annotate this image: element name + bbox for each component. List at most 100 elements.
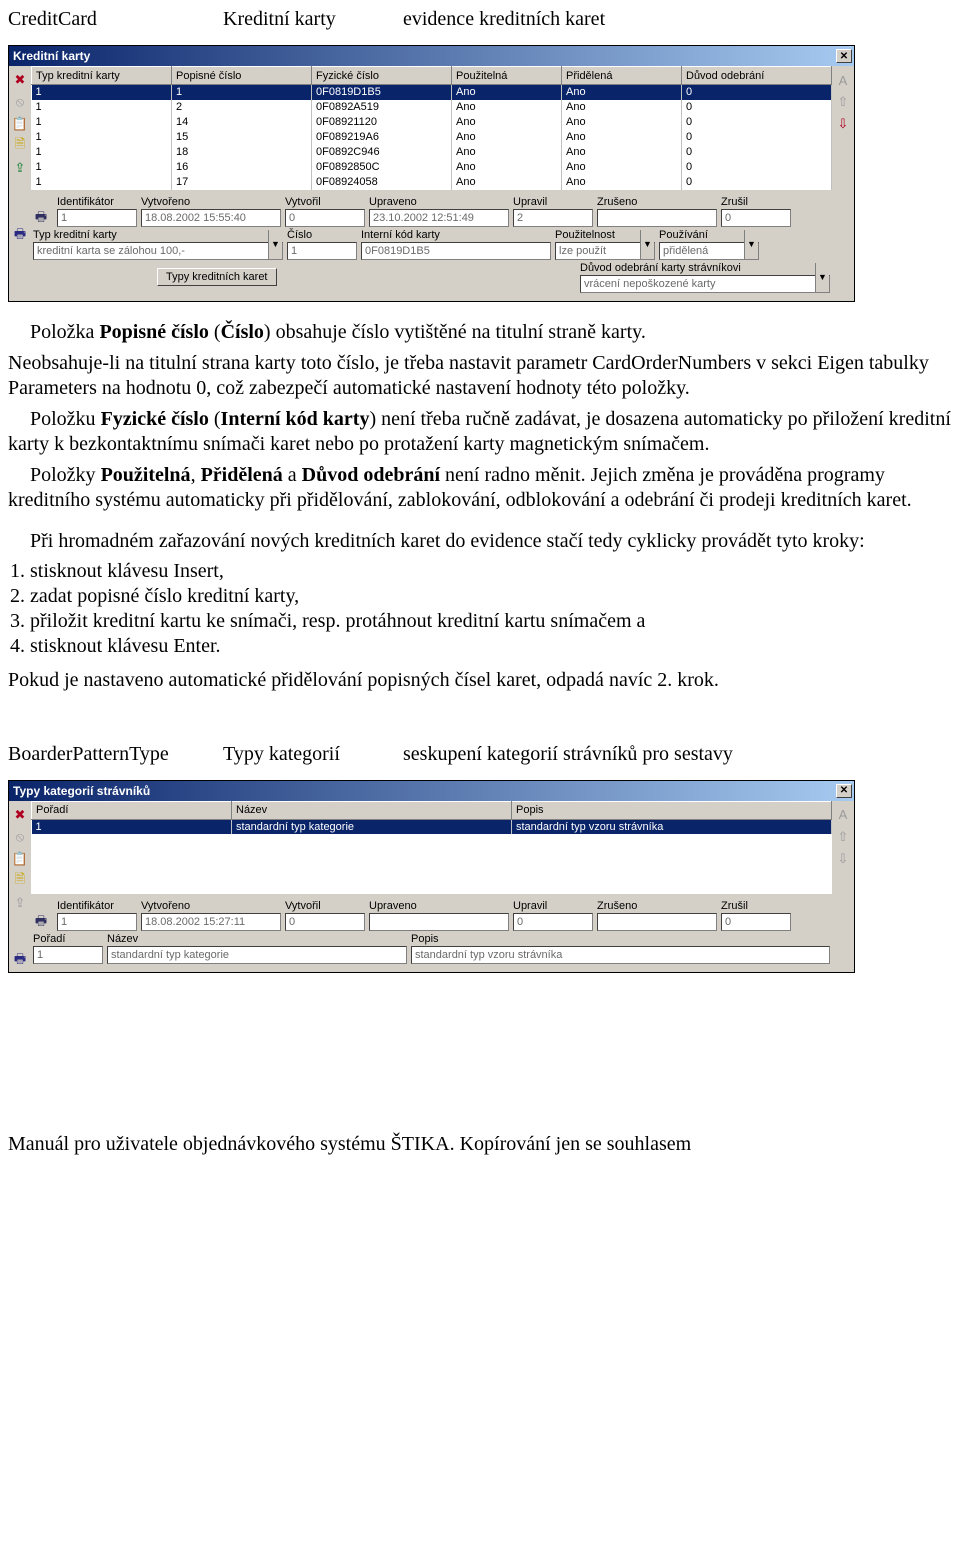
print-icon[interactable]: 🖶 [33,211,49,227]
table-cell: Ano [562,160,682,175]
table-cell: 14 [172,115,312,130]
table-cell: 1 [172,85,312,100]
table-row[interactable]: 1160F0892850CAnoAno0 [32,160,832,175]
print-icon[interactable]: 🖶 [12,228,28,244]
paragraph: Položky Použitelná, Přidělená a Důvod od… [8,463,952,513]
font-icon[interactable]: A [835,807,851,823]
table-cell: 1 [32,819,232,834]
field-poradi[interactable]: 1 [33,946,103,964]
list-item: zadat popisné číslo kreditní karty, [30,585,952,608]
label-vytvoreno: Vytvořeno [141,196,281,208]
table-cell: 0 [682,85,832,100]
window-kreditni-karty: Kreditní karty ✕ ✖ ⦸ 📋 🗎 ⇪ 🖶 Typ kreditn… [8,45,855,302]
table-cell: 1 [32,160,172,175]
close-icon[interactable]: ✕ [836,784,852,798]
label-upraveno: Upraveno [369,900,509,912]
table-cell: 0F08921120 [312,115,452,130]
copy-icon[interactable]: 📋 [12,116,28,132]
cards-table[interactable]: Typ kreditní kartyPopisné čísloFyzické č… [31,66,832,190]
table-cell: 0F089219A6 [312,130,452,145]
new-icon[interactable]: 🗎 [12,873,28,889]
list-item: stisknout klávesu Insert, [30,560,952,583]
export-icon[interactable]: ⇪ [12,895,28,911]
sort-desc-icon[interactable]: ⇩ [835,116,851,132]
table-row[interactable]: 1180F0892C946AnoAno0 [32,145,832,160]
table-cell: 0F0892C946 [312,145,452,160]
table-cell: Ano [452,145,562,160]
heading-desc: seskupení kategorií strávníků pro sestav… [403,743,952,766]
export-icon[interactable]: ⇪ [12,160,28,176]
list-item: přiložit kreditní kartu ke snímači, resp… [30,610,952,633]
table-cell: Ano [562,115,682,130]
combo-duvod-odebrani[interactable]: vrácení nepoškozené karty [580,275,830,293]
column-header[interactable]: Fyzické číslo [312,67,452,85]
column-header[interactable]: Důvod odebrání [682,67,832,85]
table-row[interactable]: 1150F089219A6AnoAno0 [32,130,832,145]
table-cell: 2 [172,100,312,115]
sort-asc-icon[interactable]: ⇧ [835,829,851,845]
table-row[interactable]: 120F0892A519AnoAno0 [32,100,832,115]
font-icon[interactable]: A [835,72,851,88]
field-vytvoreno: 18.08.2002 15:55:40 [141,209,281,227]
field-upravil: 0 [513,913,593,931]
window-title: Kreditní karty [13,49,836,63]
typy-kreditnich-karet-button[interactable]: Typy kreditních karet [157,268,277,286]
column-header[interactable]: Pořadí [32,801,232,819]
delete-icon[interactable]: ✖ [12,72,28,88]
table-cell: 1 [32,100,172,115]
label-poradi: Pořadí [33,933,103,945]
table-row[interactable]: 110F0819D1B5AnoAno0 [32,85,832,100]
sort-desc-icon[interactable]: ⇩ [835,851,851,867]
table-cell: Ano [562,100,682,115]
field-upraveno: 23.10.2002 12:51:49 [369,209,509,227]
table-row[interactable]: 1140F08921120AnoAno0 [32,115,832,130]
heading-title: Typy kategorií [223,743,393,766]
page-footer: Manuál pro uživatele objednávkového syst… [8,1133,952,1156]
column-header[interactable]: Popisné číslo [172,67,312,85]
field-cislo[interactable]: 1 [287,242,357,260]
left-toolbar: ✖ ⦸ 📋 🗎 ⇪ 🖶 [9,66,31,301]
table-cell: 15 [172,130,312,145]
label-zrusil: Zrušil [721,900,791,912]
table-cell: Ano [452,160,562,175]
spacer [12,182,28,222]
chevron-down-icon[interactable]: ▼ [815,263,829,292]
copy-icon[interactable]: 📋 [12,851,28,867]
close-icon[interactable]: ✕ [836,49,852,63]
column-header[interactable]: Popis [512,801,832,819]
chevron-down-icon[interactable]: ▼ [640,230,654,259]
field-upravil: 2 [513,209,593,227]
column-header[interactable]: Přidělená [562,67,682,85]
paragraph: Položka Popisné číslo (Číslo) obsahuje č… [8,320,952,345]
field-vytvoril: 0 [285,913,365,931]
cancel-icon[interactable]: ⦸ [12,829,28,845]
table-cell: 0 [682,100,832,115]
heading-code: BoarderPatternType [8,743,213,766]
column-header[interactable]: Název [232,801,512,819]
print-icon[interactable]: 🖶 [33,915,49,931]
table-cell: Ano [452,100,562,115]
field-zruseno [597,209,717,227]
column-header[interactable]: Typ kreditní karty [32,67,172,85]
column-header[interactable]: Použitelná [452,67,562,85]
table-cell: 1 [32,175,172,190]
new-icon[interactable]: 🗎 [12,138,28,154]
field-popis[interactable]: standardní typ vzoru strávníka [411,946,830,964]
field-nazev[interactable]: standardní typ kategorie [107,946,407,964]
field-zruseno [597,913,717,931]
delete-icon[interactable]: ✖ [12,807,28,823]
heading-code: CreditCard [8,8,213,31]
table-row[interactable]: 1standardní typ kategoriestandardní typ … [32,819,832,834]
print-icon[interactable]: 🖶 [12,953,28,969]
chevron-down-icon[interactable]: ▼ [268,230,282,259]
chevron-down-icon[interactable]: ▼ [744,230,758,259]
categories-table[interactable]: PořadíNázevPopis 1standardní typ kategor… [31,801,832,835]
cancel-icon[interactable]: ⦸ [12,94,28,110]
label-duvod-odebrani: Důvod odebrání karty strávníkovi [580,262,830,274]
combo-typ-karty[interactable]: kreditní karta se zálohou 100,- [33,242,283,260]
table-row[interactable]: 1170F08924058AnoAno0 [32,175,832,190]
field-interni-kod[interactable]: 0F0819D1B5 [361,242,551,260]
table-cell: 0 [682,160,832,175]
sort-asc-icon[interactable]: ⇧ [835,94,851,110]
table-cell: 0 [682,175,832,190]
